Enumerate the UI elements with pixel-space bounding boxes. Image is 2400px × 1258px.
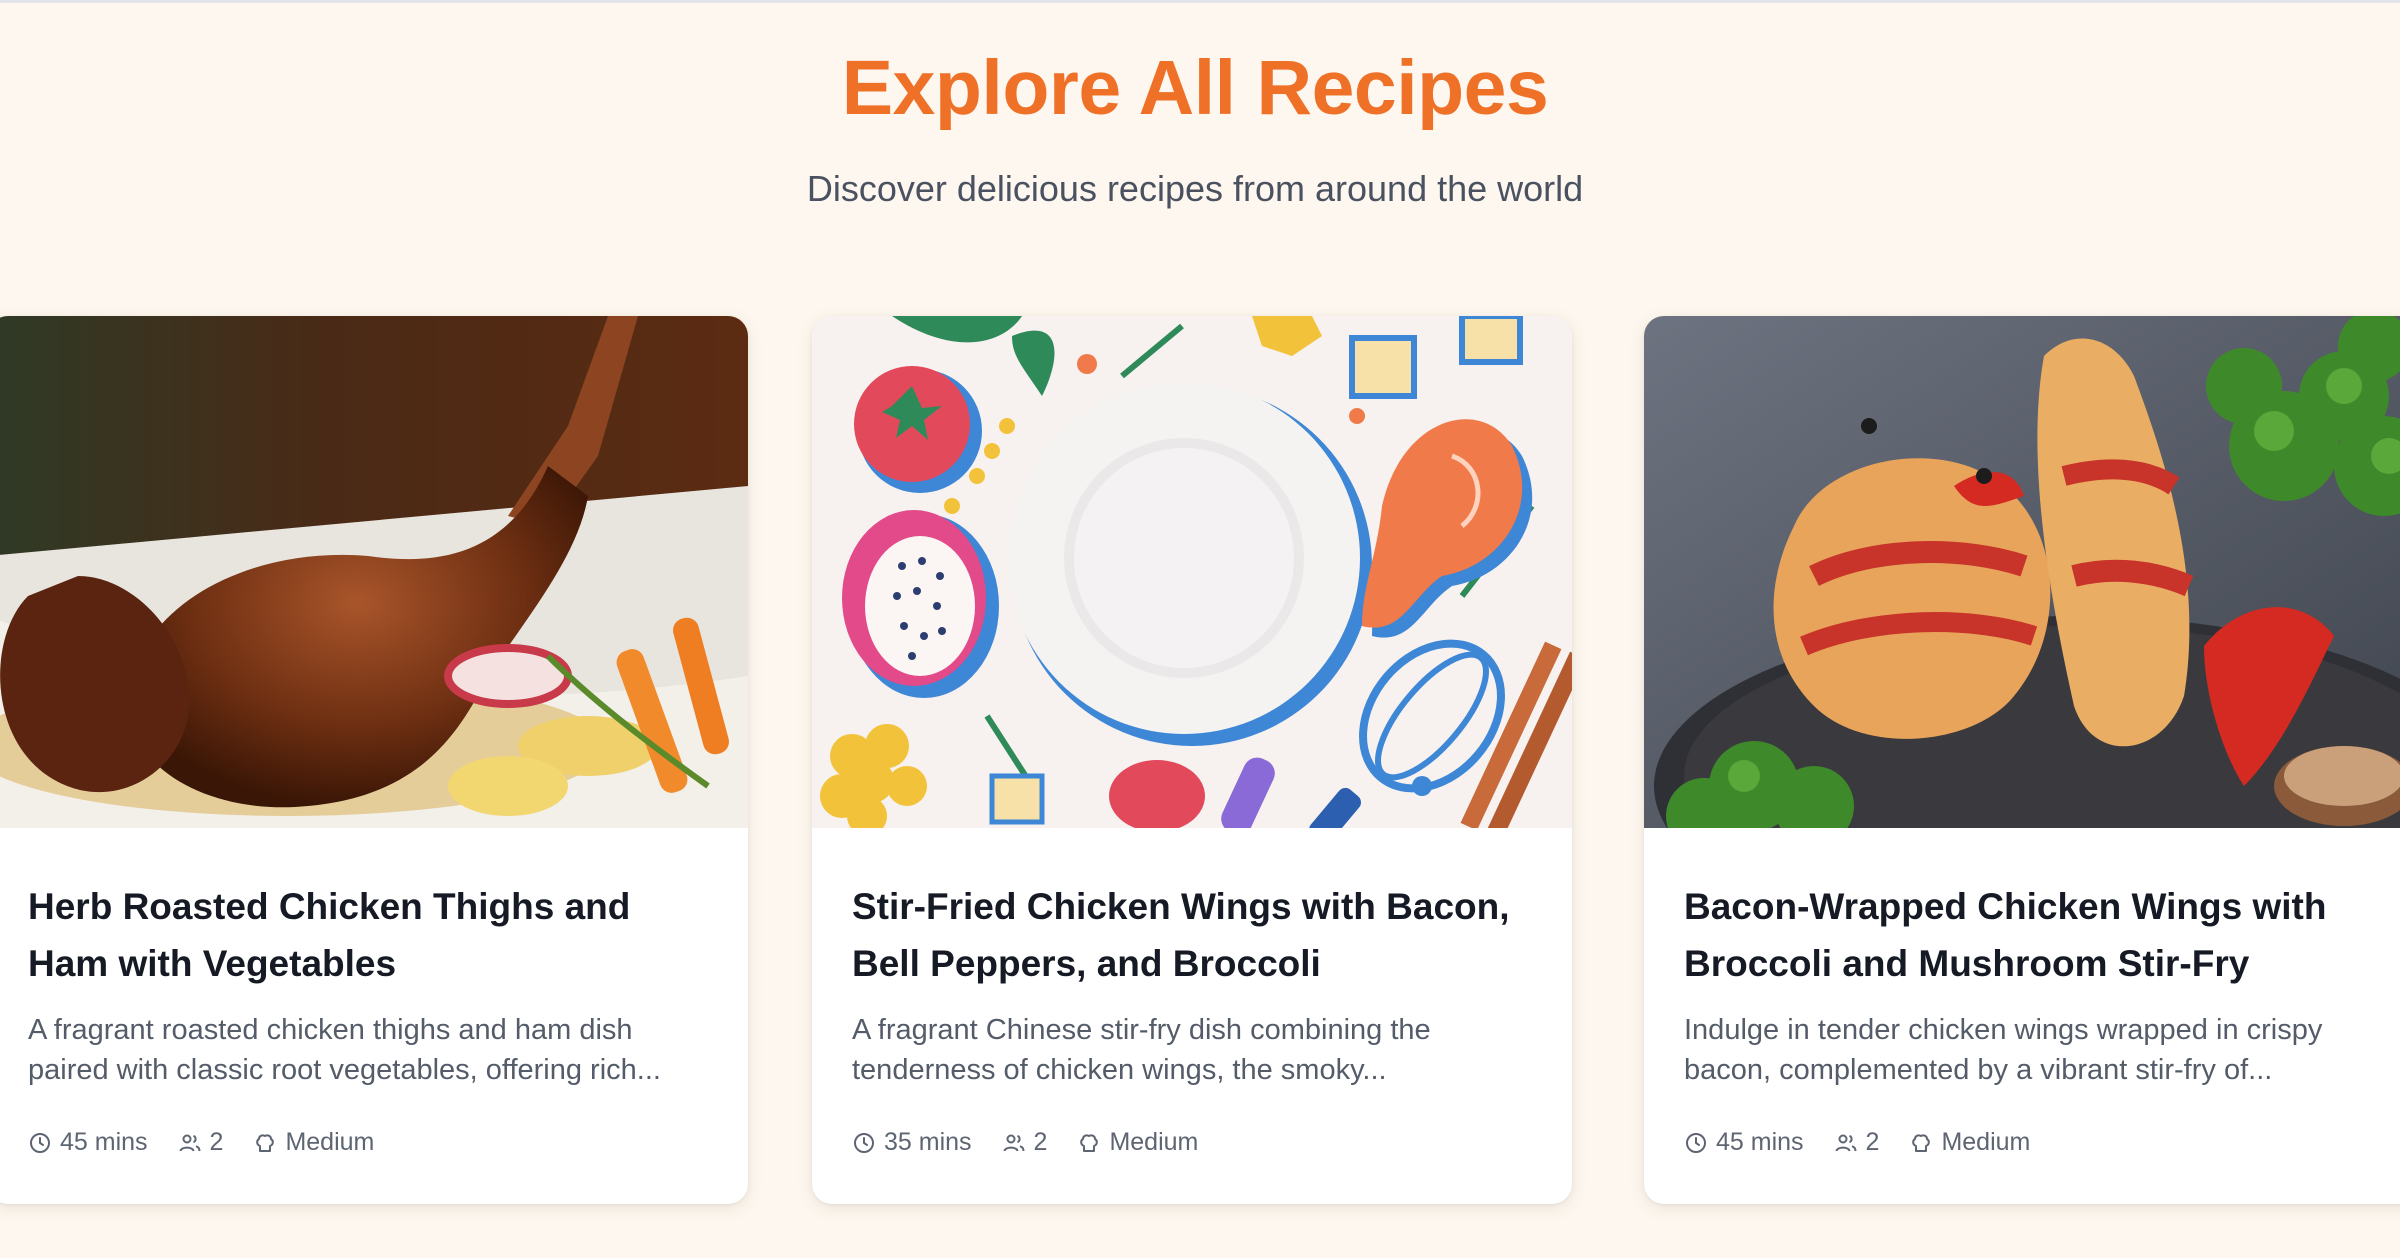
chef-hat-icon bbox=[1912, 1133, 1931, 1152]
difficulty: Medium bbox=[1909, 1128, 2030, 1157]
chef-hat-icon bbox=[1080, 1133, 1099, 1152]
recipe-title[interactable]: Herb Roasted Chicken Thighs and Ham with… bbox=[28, 828, 708, 992]
placeholder-food-illustration bbox=[812, 316, 1572, 828]
recipe-image-placeholder[interactable] bbox=[812, 316, 1572, 828]
clock-icon bbox=[854, 1132, 874, 1153]
servings-label: 2 bbox=[1033, 1128, 1048, 1156]
page-title: Explore All Recipes bbox=[841, 45, 1549, 131]
cook-time: 35 mins bbox=[852, 1128, 972, 1157]
cook-time-label: 45 mins bbox=[1716, 1128, 1804, 1156]
recipe-description: A fragrant Chinese stir-fry dish combini… bbox=[852, 1014, 1431, 1086]
recipe-meta: 45 mins 2 Medium bbox=[1684, 1128, 2384, 1157]
recipe-description: A fragrant roasted chicken thighs and ha… bbox=[28, 1014, 661, 1086]
bacon-wrapped-wings-photo bbox=[1644, 316, 2400, 828]
difficulty-label: Medium bbox=[285, 1128, 375, 1156]
servings: 2 bbox=[1834, 1128, 1880, 1157]
cook-time-label: 45 mins bbox=[60, 1128, 148, 1156]
servings: 2 bbox=[1002, 1128, 1048, 1157]
difficulty-label: Medium bbox=[1109, 1128, 1199, 1156]
difficulty: Medium bbox=[253, 1128, 374, 1157]
chef-hat-icon bbox=[256, 1133, 275, 1152]
cook-time: 45 mins bbox=[1684, 1128, 1804, 1157]
recipe-title[interactable]: Bacon-Wrapped Chicken Wings with Broccol… bbox=[1684, 828, 2384, 992]
cook-time: 45 mins bbox=[28, 1128, 148, 1157]
servings-label: 2 bbox=[209, 1128, 224, 1156]
recipe-title[interactable]: Stir-Fried Chicken Wings with Bacon, Bel… bbox=[852, 828, 1532, 992]
difficulty-label: Medium bbox=[1941, 1128, 2031, 1156]
users-icon bbox=[179, 1134, 201, 1151]
roasted-chicken-photo bbox=[0, 316, 748, 828]
recipe-image-roasted-chicken[interactable] bbox=[0, 316, 748, 828]
recipe-meta: 35 mins 2 Medium bbox=[852, 1128, 1532, 1157]
recipe-description: Indulge in tender chicken wings wrapped … bbox=[1684, 1014, 2323, 1086]
recipe-card[interactable]: Stir-Fried Chicken Wings with Bacon, Bel… bbox=[812, 316, 1572, 1204]
recipe-card[interactable]: Bacon-Wrapped Chicken Wings with Broccol… bbox=[1644, 316, 2400, 1204]
cook-time-label: 35 mins bbox=[884, 1128, 972, 1156]
page-subtitle: Discover delicious recipes from around t… bbox=[806, 168, 1584, 209]
clock-icon bbox=[30, 1132, 50, 1153]
users-icon bbox=[1835, 1134, 1857, 1151]
servings: 2 bbox=[178, 1128, 224, 1157]
clock-icon bbox=[1686, 1132, 1706, 1153]
top-divider bbox=[0, 0, 2400, 3]
servings-label: 2 bbox=[1865, 1128, 1880, 1156]
users-icon bbox=[1003, 1134, 1025, 1151]
difficulty: Medium bbox=[1077, 1128, 1198, 1157]
recipe-image-bacon-wings[interactable] bbox=[1644, 316, 2400, 828]
recipe-meta: 45 mins 2 Medium bbox=[28, 1128, 708, 1157]
recipe-card[interactable]: Herb Roasted Chicken Thighs and Ham with… bbox=[0, 316, 748, 1204]
